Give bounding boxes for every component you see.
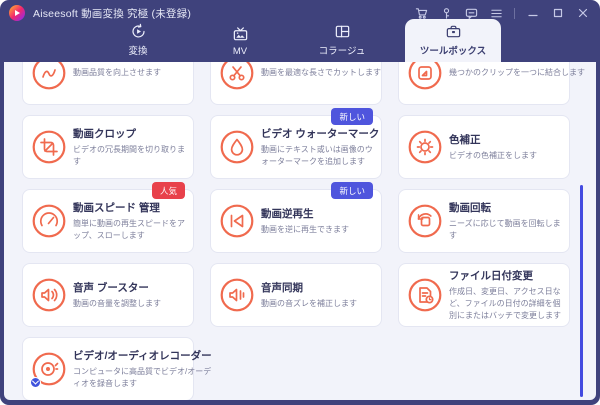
tool-grid: 動画品質を向上させます 動画を最適な長さでカットします 幾つかのクリップを一つに…	[4, 62, 596, 400]
card-title: 音声 ブースター	[73, 282, 149, 294]
tab-label: コラージュ	[318, 46, 366, 57]
tool-card-video-enhancer[interactable]: 動画品質を向上させます	[22, 62, 194, 105]
watermark-icon	[220, 130, 254, 164]
toolbox-panel: 動画品質を向上させます 動画を最適な長さでカットします 幾つかのクリップを一つに…	[4, 62, 596, 400]
color-correction-icon	[408, 130, 442, 164]
new-badge: 新しい	[331, 108, 373, 125]
titlebar-divider	[514, 7, 515, 19]
hot-badge: 人気	[151, 182, 185, 199]
new-badge: 新しい	[331, 182, 373, 199]
tab-label: ツールボックス	[419, 46, 487, 57]
card-title: 動画逆再生	[261, 208, 314, 220]
tool-card-recorder[interactable]: ビデオ/オーディオレコーダー コンピュータに高品質でビデオ/オーディオを録音しま…	[22, 337, 212, 400]
card-desc: ビデオの色補正をします	[449, 151, 537, 160]
tool-card-audio-sync[interactable]: 音声同期 動画の音ズレを補正します	[210, 263, 382, 327]
card-desc: 幾つかのクリップを一つに結合します	[449, 68, 585, 77]
tool-card-video-rotate[interactable]: 動画回転 ニーズに応じて動画を回転します	[398, 189, 570, 253]
tab-collage[interactable]: コラージュ	[303, 25, 381, 62]
feedback-icon[interactable]	[464, 6, 478, 20]
app-title: Aiseesoft 動画変換 究極 (未登録)	[33, 7, 192, 20]
tool-card-file-date[interactable]: ファイル日付変更 作成日、変更日、アクセス日など、ファイルの日付の詳細を個別にま…	[398, 263, 570, 327]
card-desc: 動画にテキスト或いは画像のウォーターマークを追加します	[261, 145, 373, 166]
file-date-icon	[408, 278, 442, 312]
key-icon[interactable]	[439, 6, 453, 20]
rotate-icon	[408, 204, 442, 238]
reverse-icon	[220, 204, 254, 238]
close-button[interactable]	[576, 6, 590, 20]
card-desc: ニーズに応じて動画を回転します	[449, 219, 561, 240]
card-desc: 作成日、変更日、アクセス日など、ファイルの日付の詳細を個別にまたはバッチで変更し…	[449, 287, 561, 320]
card-desc: 動画を最適な長さでカットします	[261, 68, 381, 77]
card-desc: 動画の音量を調整します	[73, 299, 161, 308]
tab-mv[interactable]: MV	[201, 26, 279, 62]
main-nav: 変換 MV コラージュ ツールボックス	[0, 19, 600, 62]
mv-icon	[232, 26, 249, 43]
card-title: ビデオ/オーディオレコーダー	[73, 350, 212, 362]
menu-icon[interactable]	[489, 6, 503, 20]
card-title: 音声同期	[261, 282, 303, 294]
video-enhancer-icon	[32, 62, 66, 90]
card-desc: ビデオの冗長期間を切り取ります	[73, 145, 185, 166]
tool-card-video-watermark[interactable]: 新しい ビデオ ウォーターマーク 動画にテキスト或いは画像のウォーターマークを追…	[210, 108, 382, 179]
card-title: 動画回転	[449, 202, 491, 214]
external-app-badge-icon	[30, 377, 41, 388]
tool-card-color-correction[interactable]: 色補正 ビデオの色補正をします	[398, 115, 570, 179]
card-desc: 動画の音ズレを補正します	[261, 299, 357, 308]
app-window: Aiseesoft 動画変換 究極 (未登録) 変換 MV コラージュ ツールボ…	[0, 0, 600, 405]
video-cutter-icon	[220, 62, 254, 90]
card-desc: 動画品質を向上させます	[73, 68, 161, 77]
maximize-button[interactable]	[551, 6, 565, 20]
card-title: 動画スピード 管理	[73, 202, 160, 214]
titlebar: Aiseesoft 動画変換 究極 (未登録)	[0, 0, 600, 26]
tab-convert[interactable]: 変換	[99, 23, 177, 62]
audio-sync-icon	[220, 278, 254, 312]
card-title: ビデオ ウォーターマーク	[261, 128, 380, 140]
card-title: ファイル日付変更	[449, 270, 533, 282]
tool-card-video-cutter[interactable]: 動画を最適な長さでカットします	[210, 62, 382, 105]
tab-label: MV	[232, 46, 248, 57]
crop-icon	[32, 130, 66, 164]
tool-card-video-speed[interactable]: 人気 動画スピード 管理 簡単に動画の再生スピードをアップ、スローします	[22, 182, 194, 253]
speed-icon	[32, 204, 66, 238]
tool-card-video-crop[interactable]: 動画クロップ ビデオの冗長期間を切り取ります	[22, 115, 194, 179]
volume-icon	[32, 278, 66, 312]
minimize-button[interactable]	[526, 6, 540, 20]
vertical-scrollbar[interactable]	[580, 185, 583, 397]
tool-card-video-reverse[interactable]: 新しい 動画逆再生 動画を逆に再生できます	[210, 182, 382, 253]
card-desc: 動画を逆に再生できます	[261, 225, 349, 234]
tool-card-video-merger[interactable]: 幾つかのクリップを一つに結合します	[398, 62, 585, 105]
tool-card-volume-booster[interactable]: 音声 ブースター 動画の音量を調整します	[22, 263, 194, 327]
video-merger-icon	[408, 62, 442, 90]
tab-label: 変換	[128, 46, 148, 57]
app-logo-icon	[9, 5, 25, 21]
cart-icon[interactable]	[414, 6, 428, 20]
card-title: 色補正	[449, 134, 481, 146]
card-desc: コンピュータに高品質でビデオ/オーディオを録音します	[73, 367, 212, 388]
card-desc: 簡単に動画の再生スピードをアップ、スローします	[73, 219, 185, 240]
card-title: 動画クロップ	[73, 128, 136, 140]
recorder-icon	[30, 352, 66, 388]
